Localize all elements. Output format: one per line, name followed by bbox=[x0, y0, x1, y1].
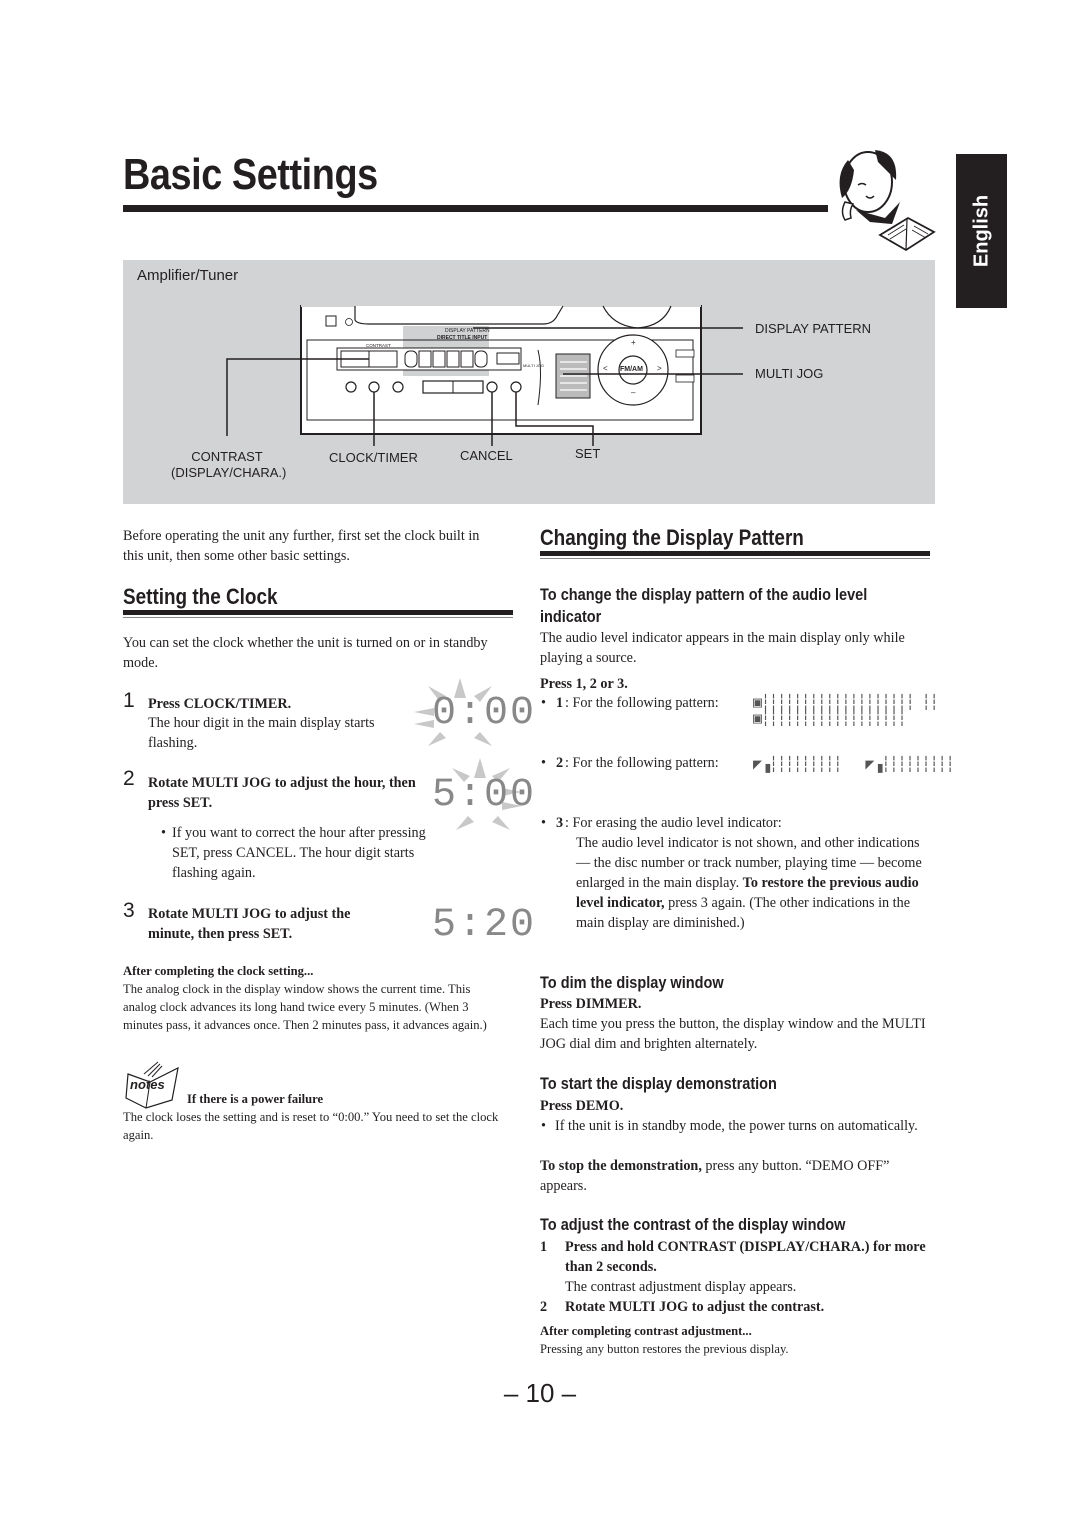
section-title-display-pattern: Changing the Display Pattern bbox=[540, 525, 804, 550]
panel-label-fm-am: FM/AM bbox=[620, 366, 643, 373]
pattern-item-3-key: 3 bbox=[556, 815, 564, 831]
callout-contrast-sub: (DISPLAY/CHARA.) bbox=[171, 465, 287, 480]
contrast-after-heading: After completing contrast adjustment... bbox=[540, 1324, 752, 1338]
contrast-step-1: Press and hold CONTRAST (DISPLAY/CHARA.)… bbox=[565, 1239, 926, 1275]
step-1-number: 1 bbox=[123, 689, 135, 712]
panel-label-plus: + bbox=[631, 338, 636, 347]
step-3-number: 3 bbox=[123, 899, 135, 922]
section-rule bbox=[540, 551, 930, 556]
page-title: Basic Settings bbox=[123, 150, 378, 199]
step-2-heading: Rotate MULTI JOG to adjust the hour, the… bbox=[148, 775, 416, 811]
step-2-bullet-body: If you want to correct the hour after pr… bbox=[172, 825, 426, 881]
lcd-display-step-1: 0:00 bbox=[432, 691, 537, 736]
pattern-item-3-bullet: • bbox=[541, 815, 546, 831]
callout-cancel: CANCEL bbox=[460, 448, 513, 463]
panel-label-right: > bbox=[657, 364, 662, 373]
contrast-step-1-text: The contrast adjustment display appears. bbox=[565, 1279, 797, 1295]
callout-multi-jog: MULTI JOG bbox=[755, 366, 824, 381]
panel-label-left: < bbox=[603, 364, 608, 373]
demo-press: Press DEMO. bbox=[540, 1098, 624, 1114]
after-clock-heading: After completing the clock setting... bbox=[123, 964, 314, 978]
demo-bullet-text: If the unit is in standby mode, the powe… bbox=[555, 1118, 918, 1134]
title-rule bbox=[123, 205, 828, 212]
notes-heading: If there is a power failure bbox=[187, 1092, 324, 1106]
pattern-item-3-detail: The audio level indicator is not shown, … bbox=[576, 833, 934, 933]
pattern-item-2-key: 2 bbox=[556, 755, 564, 771]
pattern-text: The audio level indicator appears in the… bbox=[540, 630, 905, 666]
callout-display-pattern: DISPLAY PATTERN bbox=[755, 321, 872, 336]
pattern-item-1-key: 1 bbox=[556, 695, 564, 711]
after-clock-text: The analog clock in the display window s… bbox=[123, 982, 487, 1032]
dim-text: Each time you press the button, the disp… bbox=[540, 1016, 926, 1052]
pattern-press: Press 1, 2 or 3. bbox=[540, 676, 628, 692]
pattern-item-2-text: : For the following pattern: bbox=[565, 755, 719, 771]
setting-clock-intro: You can set the clock whether the unit i… bbox=[123, 635, 488, 671]
dim-heading: To dim the display window bbox=[540, 974, 724, 992]
step-2-bullet-icon: • bbox=[161, 825, 166, 841]
section-title-setting-clock: Setting the Clock bbox=[123, 584, 278, 609]
step-2-bullet-row: • If you want to correct the hour after … bbox=[150, 823, 450, 883]
demo-stop-bold: To stop the demonstration, bbox=[540, 1158, 702, 1174]
page-number: – 10 – bbox=[503, 1378, 577, 1408]
section-rule bbox=[123, 610, 513, 615]
section-rule-thin bbox=[123, 617, 513, 618]
demo-bullet-icon: • bbox=[541, 1118, 546, 1134]
callout-contrast: CONTRAST bbox=[191, 449, 263, 464]
lcd-display-step-3: 5:20 bbox=[432, 903, 537, 948]
lcd-display-step-2: 5:00 bbox=[432, 773, 537, 818]
step-2-number: 2 bbox=[123, 767, 135, 790]
pattern-2-graphic: ◤▗┆┆┆┆┆┆┆┆┆ ◤▗┆┆┆┆┆┆┆┆┆ bbox=[753, 757, 955, 774]
panel-label-multi-jog: MULTI JOG bbox=[523, 363, 545, 368]
demo-heading: To start the display demonstration bbox=[540, 1075, 777, 1093]
contrast-step-1-number: 1 bbox=[540, 1239, 548, 1255]
dim-press: Press DIMMER. bbox=[540, 996, 642, 1012]
language-tab: English bbox=[956, 154, 1007, 308]
panel-label-direct-title-input: DIRECT TITLE INPUT bbox=[437, 335, 488, 341]
demo-stop: To stop the demonstration, press any but… bbox=[540, 1156, 930, 1196]
amplifier-tuner-diagram: Amplifier/Tuner DISPLAY PATTERN DIRECT T… bbox=[123, 260, 935, 504]
step-3-heading: Rotate MULTI JOG to adjust the minute, t… bbox=[148, 906, 351, 942]
pattern-item-2-bullet: • bbox=[541, 755, 546, 771]
step-1-text: The hour digit in the main display start… bbox=[148, 715, 375, 751]
panel-label-display-pattern: DISPLAY PATTERN bbox=[445, 328, 490, 334]
section-rule-thin bbox=[540, 558, 930, 559]
language-tab-label: English bbox=[970, 194, 992, 268]
contrast-step-2-number: 2 bbox=[540, 1299, 548, 1315]
pattern-1-graphic: ▣┆┆┆┆┆┆┆┆┆┆┆┆┆┆┆┆┆┆┆ ┆┆ ▣┆┆┆┆┆┆┆┆┆┆┆┆┆┆┆┆… bbox=[753, 695, 939, 728]
mascot-dog-icon bbox=[839, 150, 936, 252]
panel-label-minus: – bbox=[631, 388, 636, 397]
panel-label-contrast: CONTRAST bbox=[366, 343, 391, 348]
pattern-item-3-text: : For erasing the audio level indicator: bbox=[565, 815, 782, 831]
pattern-heading: To change the display pattern of the aud… bbox=[540, 586, 868, 626]
callout-clock-timer: CLOCK/TIMER bbox=[329, 450, 418, 465]
step-1-heading: Press CLOCK/TIMER. bbox=[148, 696, 292, 712]
intro-paragraph: Before operating the unit any further, f… bbox=[123, 528, 480, 564]
notes-text: The clock loses the setting and is reset… bbox=[123, 1110, 499, 1142]
contrast-after-text: Pressing any button restores the previou… bbox=[540, 1342, 789, 1356]
contrast-heading: To adjust the contrast of the display wi… bbox=[540, 1216, 846, 1234]
contrast-step-2: Rotate MULTI JOG to adjust the contrast. bbox=[565, 1299, 825, 1315]
pattern-item-1-text: : For the following pattern: bbox=[565, 695, 719, 711]
callout-set: SET bbox=[575, 446, 601, 461]
pattern-item-1-bullet: • bbox=[541, 695, 546, 711]
notes-icon-label: notes bbox=[130, 1077, 165, 1092]
